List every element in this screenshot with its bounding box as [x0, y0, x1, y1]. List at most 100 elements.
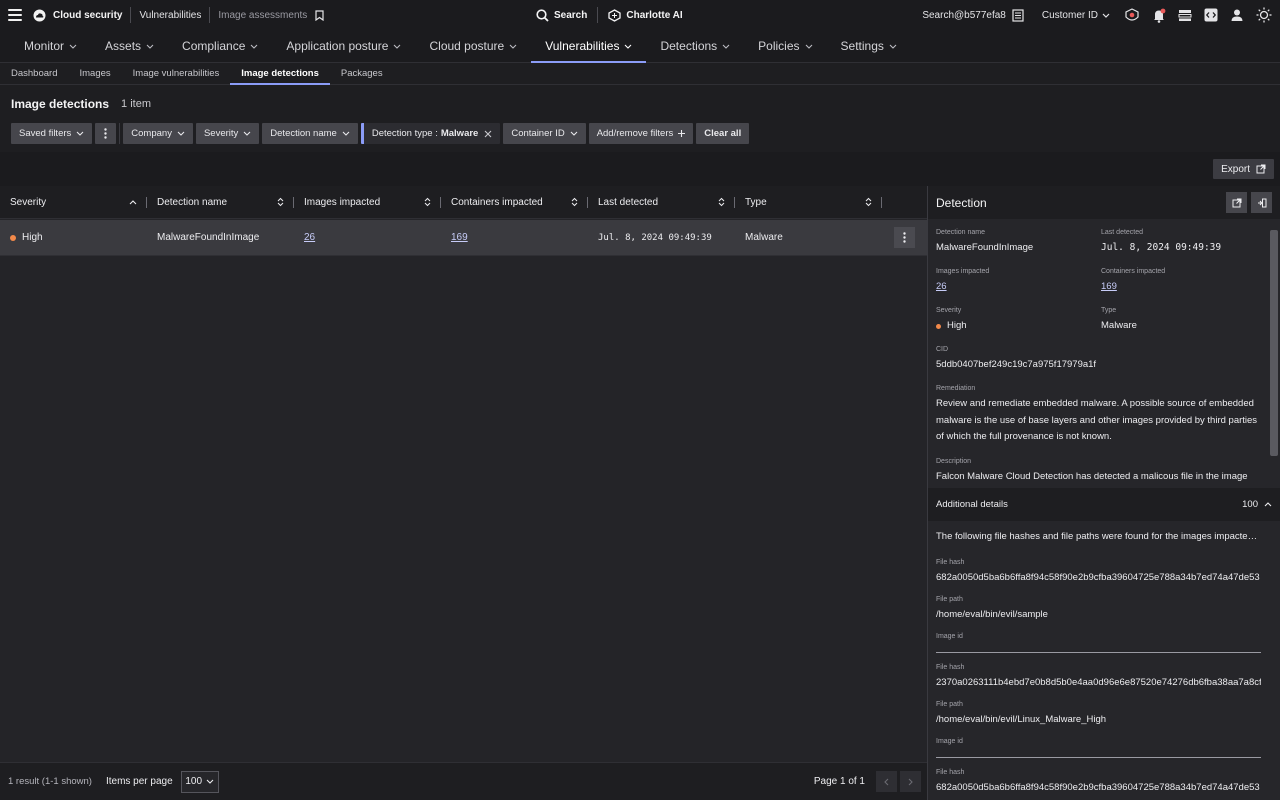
bookmark-icon[interactable]: [315, 9, 324, 21]
tab-dashboard[interactable]: Dashboard: [0, 63, 68, 84]
breadcrumb-vulnerabilities[interactable]: Vulnerabilities: [139, 10, 201, 21]
chevron-down-icon: [206, 779, 214, 784]
page-title: Image detections: [11, 97, 110, 111]
detail-cid: 5ddb0407bef249c19c7a975f17979a1f: [936, 359, 1097, 370]
nav-monitor[interactable]: Monitor: [10, 30, 91, 62]
detection-name-filter[interactable]: Detection name: [262, 123, 358, 144]
breadcrumb-image-assessments: Image assessments: [218, 9, 308, 21]
tasks-icon[interactable]: [1178, 9, 1192, 22]
pagination: Page 1 of 1: [814, 771, 921, 792]
page-indicator: Page 1 of 1: [813, 776, 865, 787]
containers-impacted-link[interactable]: 169: [451, 232, 468, 243]
charlotte-ai-button[interactable]: Charlotte AI: [608, 8, 683, 22]
notification-bell-icon[interactable]: [1152, 8, 1166, 23]
sort-up-icon[interactable]: [129, 199, 137, 205]
next-page-button[interactable]: [900, 771, 921, 792]
panel-collapse-icon: [1257, 198, 1266, 207]
chevron-down-icon: [722, 44, 730, 49]
cell-detection-name: MalwareFoundInImage: [157, 232, 260, 243]
theme-sun-icon[interactable]: [1256, 7, 1272, 23]
user-search-id[interactable]: Search@b577efa8: [922, 10, 1006, 21]
column-severity[interactable]: Severity: [0, 186, 147, 219]
close-icon[interactable]: [484, 130, 492, 138]
container-id-filter[interactable]: Container ID: [503, 123, 586, 144]
table-footer: 1 result (1-1 shown) Items per page 100 …: [0, 762, 927, 800]
main-nav: Monitor Assets Compliance Application po…: [0, 30, 1280, 63]
column-images-impacted[interactable]: Images impacted: [294, 186, 441, 219]
panel-header: Detection: [928, 186, 1280, 219]
sort-icon[interactable]: [424, 197, 431, 207]
top-bar: Cloud security Vulnerabilities Image ass…: [0, 0, 1280, 30]
customer-id-dropdown[interactable]: Customer ID: [1042, 10, 1110, 21]
tab-images[interactable]: Images: [68, 63, 121, 84]
nav-detections[interactable]: Detections: [646, 30, 744, 62]
nav-application-posture[interactable]: Application posture: [272, 30, 415, 62]
search-button[interactable]: Search: [536, 8, 587, 22]
additional-details-header[interactable]: Additional details 100: [928, 488, 1280, 521]
detection-type-filter[interactable]: Detection type : Malware: [360, 123, 501, 144]
chevron-down-icon: [570, 131, 578, 136]
chevron-down-icon: [342, 131, 350, 136]
tab-image-detections[interactable]: Image detections: [230, 63, 330, 85]
nav-policies[interactable]: Policies: [744, 30, 826, 62]
saved-filters-dropdown[interactable]: Saved filters: [11, 123, 93, 144]
chevron-right-icon: [908, 778, 913, 785]
chevron-down-icon: [394, 44, 401, 49]
document-icon[interactable]: [1012, 8, 1024, 22]
add-remove-filters-button[interactable]: Add/remove filters: [588, 123, 694, 144]
row-actions-button[interactable]: [894, 227, 915, 248]
code-icon[interactable]: [1204, 8, 1218, 22]
detail-images-link[interactable]: 26: [936, 280, 947, 294]
column-last-detected[interactable]: Last detected: [588, 186, 735, 219]
sub-nav: Dashboard Images Image vulnerabilities I…: [0, 63, 1280, 85]
company-filter[interactable]: Company: [123, 123, 193, 144]
file-hash-list: The following file hashes and file paths…: [936, 531, 1261, 793]
menu-icon[interactable]: [8, 9, 22, 21]
nav-compliance[interactable]: Compliance: [168, 30, 272, 62]
tab-packages[interactable]: Packages: [330, 63, 394, 84]
file-hash-value: 682a0050d5ba6b6ffa8f94c58f90e2b9cfba3960…: [936, 782, 1260, 793]
user-avatar-icon[interactable]: [1230, 8, 1244, 22]
chevron-down-icon: [177, 131, 185, 136]
detail-detection-name: MalwareFoundInImage: [936, 242, 1034, 253]
clear-all-button[interactable]: Clear all: [696, 123, 750, 144]
items-per-page-select[interactable]: 100: [180, 770, 219, 793]
filter-options-button[interactable]: [95, 123, 117, 144]
open-in-new-button[interactable]: [1226, 192, 1247, 213]
detail-type: Malware: [1101, 320, 1137, 331]
column-containers-impacted[interactable]: Containers impacted: [441, 186, 588, 219]
chevron-down-icon: [509, 44, 517, 49]
column-type[interactable]: Type: [735, 186, 882, 219]
nav-cloud-posture[interactable]: Cloud posture: [415, 30, 531, 62]
prev-page-button[interactable]: [876, 771, 897, 792]
export-bar: Export: [0, 152, 1280, 186]
column-detection-name[interactable]: Detection name: [147, 186, 294, 219]
collapse-panel-button[interactable]: [1251, 192, 1272, 213]
export-button[interactable]: Export: [1213, 159, 1274, 179]
kebab-menu-icon: [903, 232, 906, 243]
nav-assets[interactable]: Assets: [91, 30, 168, 62]
sort-icon[interactable]: [865, 197, 872, 207]
detail-containers-link[interactable]: 169: [1101, 280, 1117, 294]
app-title[interactable]: Cloud security: [53, 10, 122, 21]
sort-icon[interactable]: [571, 197, 578, 207]
shield-alert-icon[interactable]: [1124, 7, 1140, 23]
items-per-page-label: Items per page: [105, 776, 173, 787]
severity-high-dot: [10, 234, 16, 241]
nav-vulnerabilities[interactable]: Vulnerabilities: [531, 30, 647, 63]
severity-filter[interactable]: Severity: [195, 123, 260, 144]
cell-containers-impacted: 169: [441, 232, 588, 243]
file-hash-value: 2370a0263111b4ebd7e0b8d5b0e4aa0d96e6e875…: [936, 677, 1261, 688]
sort-icon[interactable]: [718, 197, 725, 207]
chevron-down-icon: [146, 44, 154, 49]
panel-scrollbar[interactable]: [1270, 230, 1278, 456]
detail-last-detected: Jul. 8, 2024 09:49:39: [1101, 242, 1222, 253]
table-row[interactable]: High MalwareFoundInImage 26 169 Jul. 8, …: [0, 220, 927, 256]
file-path-value: /home/eval/bin/evil/Linux_Malware_High: [936, 714, 1107, 725]
nav-settings[interactable]: Settings: [827, 30, 911, 62]
images-impacted-link[interactable]: 26: [304, 232, 315, 243]
tab-image-vulnerabilities[interactable]: Image vulnerabilities: [122, 63, 231, 84]
sort-icon[interactable]: [277, 197, 284, 207]
severity-high-dot: [936, 323, 941, 329]
chevron-down-icon: [805, 44, 812, 49]
